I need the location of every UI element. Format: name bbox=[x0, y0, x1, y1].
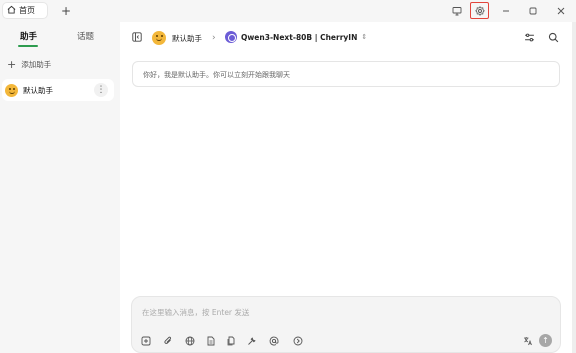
sidebar-item-default-assistant[interactable]: 默认助手 ⋮ bbox=[2, 79, 114, 101]
send-button[interactable]: ↑ bbox=[539, 334, 552, 347]
plus-icon: + bbox=[7, 58, 17, 71]
translate-icon[interactable] bbox=[522, 335, 534, 347]
header-assistant-name: 默认助手 bbox=[172, 33, 202, 43]
model-logo-icon bbox=[225, 31, 237, 43]
updown-icon: ⇕ bbox=[361, 33, 368, 41]
settings-sliders-icon[interactable] bbox=[524, 32, 535, 43]
collapse-sidebar-icon[interactable] bbox=[132, 32, 142, 42]
assistant-name: 默认助手 bbox=[23, 85, 53, 95]
sidebar: 助手 话题 + 添加助手 默认助手 ⋮ bbox=[0, 22, 120, 353]
home-icon bbox=[7, 5, 16, 16]
tab-home-label: 首页 bbox=[19, 6, 35, 15]
add-assistant-label: 添加助手 bbox=[21, 60, 52, 69]
sidebar-tabs: 助手 话题 bbox=[0, 26, 120, 48]
smiley-emoji-icon bbox=[5, 83, 18, 97]
tool-icon[interactable] bbox=[246, 335, 258, 347]
message-composer[interactable]: 在这里输入消息，按 Enter 发送 ↑ bbox=[131, 296, 561, 353]
tab-topics[interactable]: 话题 bbox=[77, 30, 94, 42]
web-search-icon[interactable] bbox=[184, 335, 196, 347]
smiley-emoji-icon bbox=[152, 31, 166, 45]
chat-main: 默认助手 › Qwen3-Next-80B | CherryIN ⇕ 你好，我是… bbox=[120, 22, 576, 353]
arrow-up-icon: ↑ bbox=[542, 336, 549, 345]
attachment-icon[interactable] bbox=[162, 335, 174, 347]
new-topic-icon[interactable] bbox=[140, 335, 152, 347]
maximize-icon[interactable] bbox=[525, 3, 541, 19]
mention-icon[interactable] bbox=[268, 335, 280, 347]
tab-home[interactable]: 首页 bbox=[2, 2, 48, 19]
close-icon[interactable] bbox=[553, 3, 569, 19]
title-bar: 首页 + bbox=[0, 0, 576, 22]
monitor-icon[interactable] bbox=[449, 3, 465, 19]
chevron-right-icon: › bbox=[212, 33, 216, 43]
chat-header: 默认助手 › Qwen3-Next-80B | CherryIN ⇕ bbox=[120, 22, 576, 54]
knowledge-icon[interactable] bbox=[205, 335, 217, 347]
settings-icon[interactable] bbox=[470, 2, 489, 19]
file-icon[interactable] bbox=[225, 335, 237, 347]
search-icon[interactable] bbox=[548, 32, 559, 43]
more-options-icon[interactable]: ⋮ bbox=[94, 83, 108, 97]
window-edge bbox=[572, 22, 576, 353]
active-tab-indicator bbox=[18, 45, 38, 47]
model-name: Qwen3-Next-80B | CherryIN bbox=[241, 32, 358, 42]
expand-icon[interactable] bbox=[292, 335, 304, 347]
add-assistant-button[interactable]: + 添加助手 bbox=[7, 59, 51, 70]
tab-assistants[interactable]: 助手 bbox=[20, 30, 37, 42]
message-input[interactable]: 在这里输入消息，按 Enter 发送 bbox=[142, 307, 249, 318]
minimize-icon[interactable] bbox=[498, 3, 514, 19]
model-selector[interactable]: Qwen3-Next-80B | CherryIN ⇕ bbox=[225, 31, 367, 43]
greeting-message: 你好，我是默认助手。你可以立刻开始跟我聊天 bbox=[132, 61, 560, 87]
add-tab-button[interactable]: + bbox=[59, 3, 73, 18]
header-assistant-button[interactable]: 默认助手 › bbox=[152, 31, 216, 45]
